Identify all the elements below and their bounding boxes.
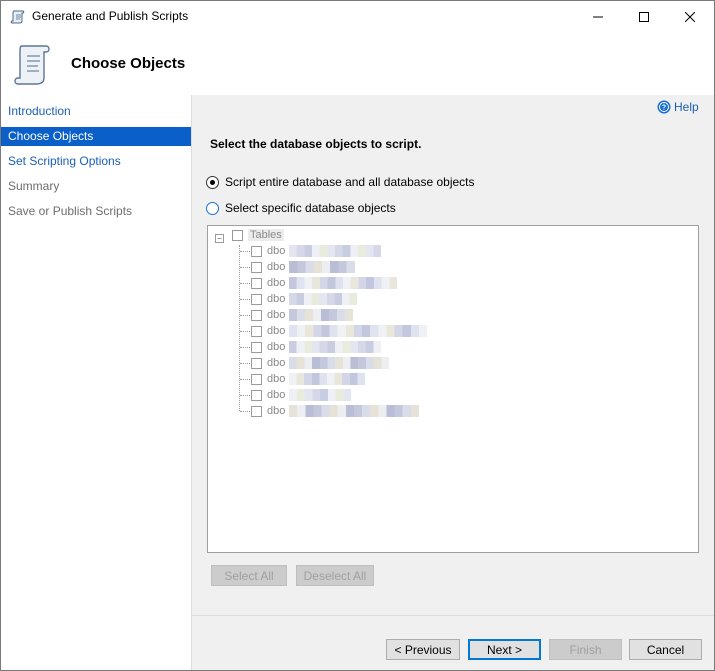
tree-connector: [240, 251, 250, 252]
minimize-icon: [593, 16, 603, 17]
redacted-table-name: [289, 373, 366, 385]
window-title: Generate and Publish Scripts: [32, 9, 189, 23]
option-entire-database[interactable]: Script entire database and all database …: [206, 175, 475, 189]
close-button[interactable]: [667, 1, 713, 32]
option-specific-objects-label[interactable]: Select specific database objects: [225, 201, 396, 215]
wizard-steps-sidebar: Introduction Choose Objects Set Scriptin…: [1, 95, 192, 670]
tree-item-schema: dbo: [267, 373, 286, 385]
page-title: Choose Objects: [71, 55, 186, 72]
tree-item[interactable]: dbo: [251, 339, 382, 355]
tree-connector: [240, 411, 250, 412]
tree-connector: [240, 395, 250, 396]
redacted-table-name: [289, 325, 428, 337]
redacted-table-name: [289, 293, 358, 305]
tree-connector: [240, 283, 250, 284]
collapse-toggle-icon[interactable]: −: [215, 234, 224, 243]
redacted-table-name: [289, 389, 352, 401]
maximize-button[interactable]: [621, 1, 667, 32]
instruction-text: Select the database objects to script.: [210, 137, 422, 151]
sidebar-item-summary: Summary: [8, 179, 60, 193]
tree-item[interactable]: dbo: [251, 387, 352, 403]
tree-connector: [239, 245, 240, 411]
maximize-icon: [639, 11, 649, 22]
tree-root-tables[interactable]: Tables: [232, 227, 284, 243]
tree-item[interactable]: dbo: [251, 403, 420, 419]
redacted-table-name: [289, 261, 356, 273]
tree-item-schema: dbo: [267, 293, 286, 305]
tree-item-checkbox[interactable]: [251, 341, 262, 353]
tree-item-schema: dbo: [267, 389, 286, 401]
redacted-table-name: [289, 405, 420, 417]
select-all-button[interactable]: Select All: [211, 565, 287, 586]
redacted-table-name: [289, 309, 354, 321]
sidebar-item-introduction[interactable]: Introduction: [1, 102, 191, 121]
tree-item-checkbox[interactable]: [251, 309, 262, 321]
option-entire-database-label[interactable]: Script entire database and all database …: [225, 175, 475, 189]
main-panel: ? Help Select the database objects to sc…: [192, 95, 714, 670]
tree-item-checkbox[interactable]: [251, 325, 262, 337]
title-bar: Generate and Publish Scripts: [1, 1, 714, 32]
tree-item-schema: dbo: [267, 357, 286, 369]
sidebar-item-save-or-publish: Save or Publish Scripts: [8, 204, 133, 218]
tree-item-schema: dbo: [267, 261, 286, 273]
next-button[interactable]: Next >: [468, 639, 541, 660]
tree-item-checkbox[interactable]: [251, 245, 262, 257]
close-icon: [685, 11, 695, 22]
scroll-icon: [10, 10, 25, 24]
tree-root-label: Tables: [248, 229, 284, 241]
tree-item-schema: dbo: [267, 309, 286, 321]
sidebar-item-choose-objects[interactable]: Choose Objects: [1, 127, 191, 146]
tree-item-schema: dbo: [267, 341, 286, 353]
radio-entire-database[interactable]: [206, 175, 219, 189]
tree-item[interactable]: dbo: [251, 355, 390, 371]
tables-checkbox[interactable]: [232, 229, 243, 241]
help-link[interactable]: ? Help: [657, 100, 699, 114]
tree-item-checkbox[interactable]: [251, 389, 262, 401]
previous-button[interactable]: < Previous: [386, 639, 460, 660]
tree-item-checkbox[interactable]: [251, 293, 262, 305]
minimize-button[interactable]: [575, 1, 621, 32]
wizard-header: Choose Objects: [1, 32, 714, 95]
tree-item[interactable]: dbo: [251, 275, 398, 291]
tree-item-schema: dbo: [267, 245, 286, 257]
sidebar-item-set-scripting-options[interactable]: Set Scripting Options: [1, 152, 191, 171]
option-specific-objects[interactable]: Select specific database objects: [206, 201, 396, 215]
tree-item[interactable]: dbo: [251, 323, 428, 339]
tree-item[interactable]: dbo: [251, 291, 358, 307]
tree-connector: [240, 315, 250, 316]
tree-item[interactable]: dbo: [251, 307, 354, 323]
object-tree[interactable]: − Tables dbo dbo dbo dbo dbo dbo dbo dbo dbo dbo d…: [207, 225, 699, 553]
wizard-window: Generate and Publish Scripts Choose Obje…: [0, 0, 715, 671]
tree-item-schema: dbo: [267, 405, 286, 417]
tree-item-checkbox[interactable]: [251, 373, 262, 385]
help-icon: ?: [657, 100, 671, 114]
help-label[interactable]: Help: [674, 100, 699, 114]
finish-button[interactable]: Finish: [549, 639, 622, 660]
script-scroll-icon: [14, 45, 50, 85]
tree-item-checkbox[interactable]: [251, 277, 262, 289]
cancel-button[interactable]: Cancel: [629, 639, 702, 660]
svg-text:?: ?: [662, 105, 666, 112]
footer-divider: [192, 615, 714, 616]
redacted-table-name: [289, 341, 382, 353]
tree-connector: [240, 363, 250, 364]
tree-item[interactable]: dbo: [251, 243, 382, 259]
deselect-all-button[interactable]: Deselect All: [296, 565, 374, 586]
redacted-table-name: [289, 357, 390, 369]
tree-item-checkbox[interactable]: [251, 357, 262, 369]
redacted-table-name: [289, 277, 398, 289]
tree-connector: [240, 267, 250, 268]
redacted-table-name: [289, 245, 382, 257]
tree-connector: [240, 331, 250, 332]
tree-item[interactable]: dbo: [251, 371, 366, 387]
radio-specific-objects[interactable]: [206, 201, 219, 215]
tree-connector: [240, 379, 250, 380]
tree-item[interactable]: dbo: [251, 259, 356, 275]
tree-connector: [240, 299, 250, 300]
tree-item-checkbox[interactable]: [251, 261, 262, 273]
tree-item-schema: dbo: [267, 277, 286, 289]
tree-item-schema: dbo: [267, 325, 286, 337]
tree-item-checkbox[interactable]: [251, 405, 262, 417]
tree-connector: [240, 347, 250, 348]
